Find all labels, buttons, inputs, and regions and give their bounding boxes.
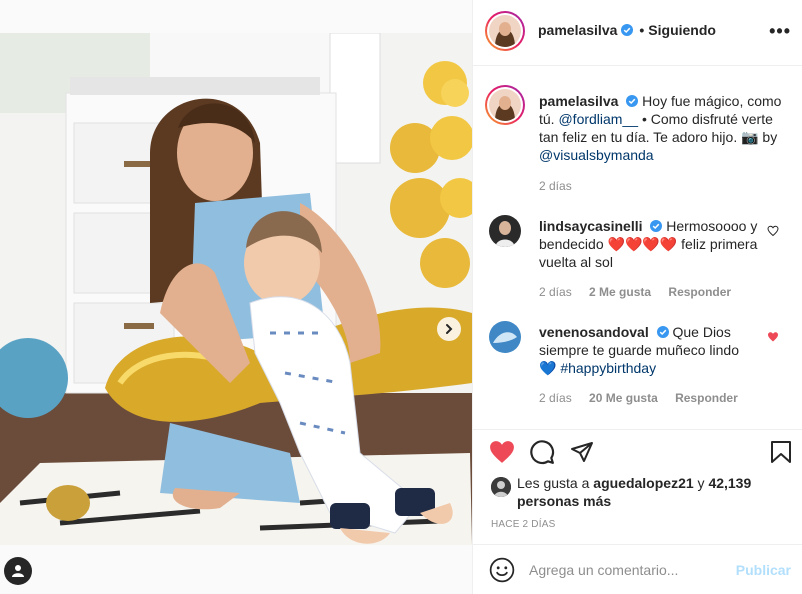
- post-timestamp[interactable]: Hace 2 días: [491, 519, 555, 530]
- hashtag-link[interactable]: #happybirthday: [560, 360, 656, 376]
- verified-badge-icon: [656, 326, 669, 338]
- tagged-people-button[interactable]: [4, 557, 32, 585]
- mention-link[interactable]: @visualsbymanda: [539, 147, 654, 163]
- caption-text: pamelasilva Hoy fue mágico, como tú. @fo…: [539, 92, 789, 164]
- mention-link[interactable]: @fordliam__: [558, 111, 638, 127]
- commenter-avatar[interactable]: [489, 215, 521, 247]
- caption-username[interactable]: pamelasilva: [539, 93, 618, 109]
- commenter-username[interactable]: venenosandoval: [539, 324, 649, 340]
- comment-text: venenosandoval Que Dios siempre te guard…: [539, 323, 759, 377]
- author-username[interactable]: pamelasilva: [538, 22, 617, 38]
- caption-meta: 2 días: [539, 179, 586, 193]
- post-actions: [473, 438, 802, 472]
- likes-text: Les gusta a aguedalopez21 y 42,139 perso…: [517, 474, 787, 510]
- reply-button[interactable]: Responder: [668, 285, 731, 299]
- comment-likes[interactable]: 20 Me gusta: [589, 391, 658, 405]
- chevron-right-icon: [446, 324, 453, 334]
- liker-avatar[interactable]: [491, 477, 511, 497]
- actions-divider: [473, 429, 802, 430]
- comment-button[interactable]: [528, 438, 556, 466]
- paper-plane-icon: [571, 442, 593, 462]
- comment-time[interactable]: 2 días: [539, 285, 572, 299]
- comment-emojis: 💙: [539, 360, 557, 376]
- verified-badge-icon: [650, 220, 663, 232]
- following-button[interactable]: Siguiendo: [648, 22, 716, 38]
- liked-comment-heart-icon[interactable]: [767, 331, 779, 343]
- commenter-avatar-image: [489, 215, 521, 247]
- speech-bubble-icon: [530, 440, 555, 465]
- add-comment-bar: Publicar: [473, 544, 802, 594]
- ellipsis-icon: •••: [769, 21, 791, 41]
- person-tag-icon: [12, 565, 24, 577]
- like-comment-heart-icon[interactable]: [767, 225, 779, 237]
- author-avatar[interactable]: [485, 11, 525, 51]
- caption-avatar-image: [489, 89, 521, 121]
- post-photo[interactable]: [0, 33, 472, 545]
- comment-meta: 2 días 20 Me gusta Responder: [539, 391, 752, 405]
- photo-illustration: [0, 33, 472, 545]
- liker-username[interactable]: aguedalopez21: [593, 475, 693, 491]
- commenter-avatar[interactable]: [489, 321, 521, 353]
- verified-badge-icon: [626, 95, 639, 107]
- bookmark-icon: [771, 441, 791, 463]
- publish-button[interactable]: Publicar: [736, 562, 791, 578]
- post-header: pamelasilva • Siguiendo •••: [473, 0, 802, 66]
- save-button[interactable]: [767, 438, 795, 466]
- likes-prefix: Les gusta a: [517, 475, 590, 491]
- commenter-avatar-image: [489, 321, 521, 353]
- comment-input[interactable]: [529, 559, 729, 581]
- like-button[interactable]: [488, 438, 516, 466]
- author-avatar-image: [489, 15, 521, 47]
- verified-badge-icon: [621, 24, 634, 36]
- comment-time[interactable]: 2 días: [539, 391, 572, 405]
- liker-avatar-image: [491, 477, 511, 497]
- heart-filled-icon: [490, 441, 514, 463]
- header-separator: •: [639, 22, 645, 38]
- reply-button[interactable]: Responder: [675, 391, 738, 405]
- commenter-username[interactable]: lindsaycasinelli: [539, 218, 643, 234]
- next-photo-button[interactable]: [437, 317, 461, 341]
- likes-connector: y: [697, 475, 705, 491]
- comment-likes[interactable]: 2 Me gusta: [589, 285, 651, 299]
- comments-list[interactable]: pamelasilva Hoy fue mágico, como tú. @fo…: [473, 67, 802, 429]
- smiley-icon[interactable]: [489, 557, 515, 583]
- comment-text: lindsaycasinelli Hermosoooo y bendecido …: [539, 217, 759, 271]
- comment-meta: 2 días 2 Me gusta Responder: [539, 285, 745, 299]
- caption-time[interactable]: 2 días: [539, 179, 572, 193]
- instagram-post-view: pamelasilva • Siguiendo ••• pamelasilva …: [0, 0, 802, 594]
- post-side-panel: pamelasilva • Siguiendo ••• pamelasilva …: [472, 0, 802, 594]
- photo-column: [0, 0, 472, 594]
- header-user-line: pamelasilva • Siguiendo: [538, 22, 716, 38]
- share-button[interactable]: [568, 438, 596, 466]
- more-options-button[interactable]: •••: [769, 21, 791, 41]
- comment-emojis: ❤️❤️❤️❤️: [607, 236, 678, 252]
- caption-author-avatar[interactable]: [485, 85, 525, 125]
